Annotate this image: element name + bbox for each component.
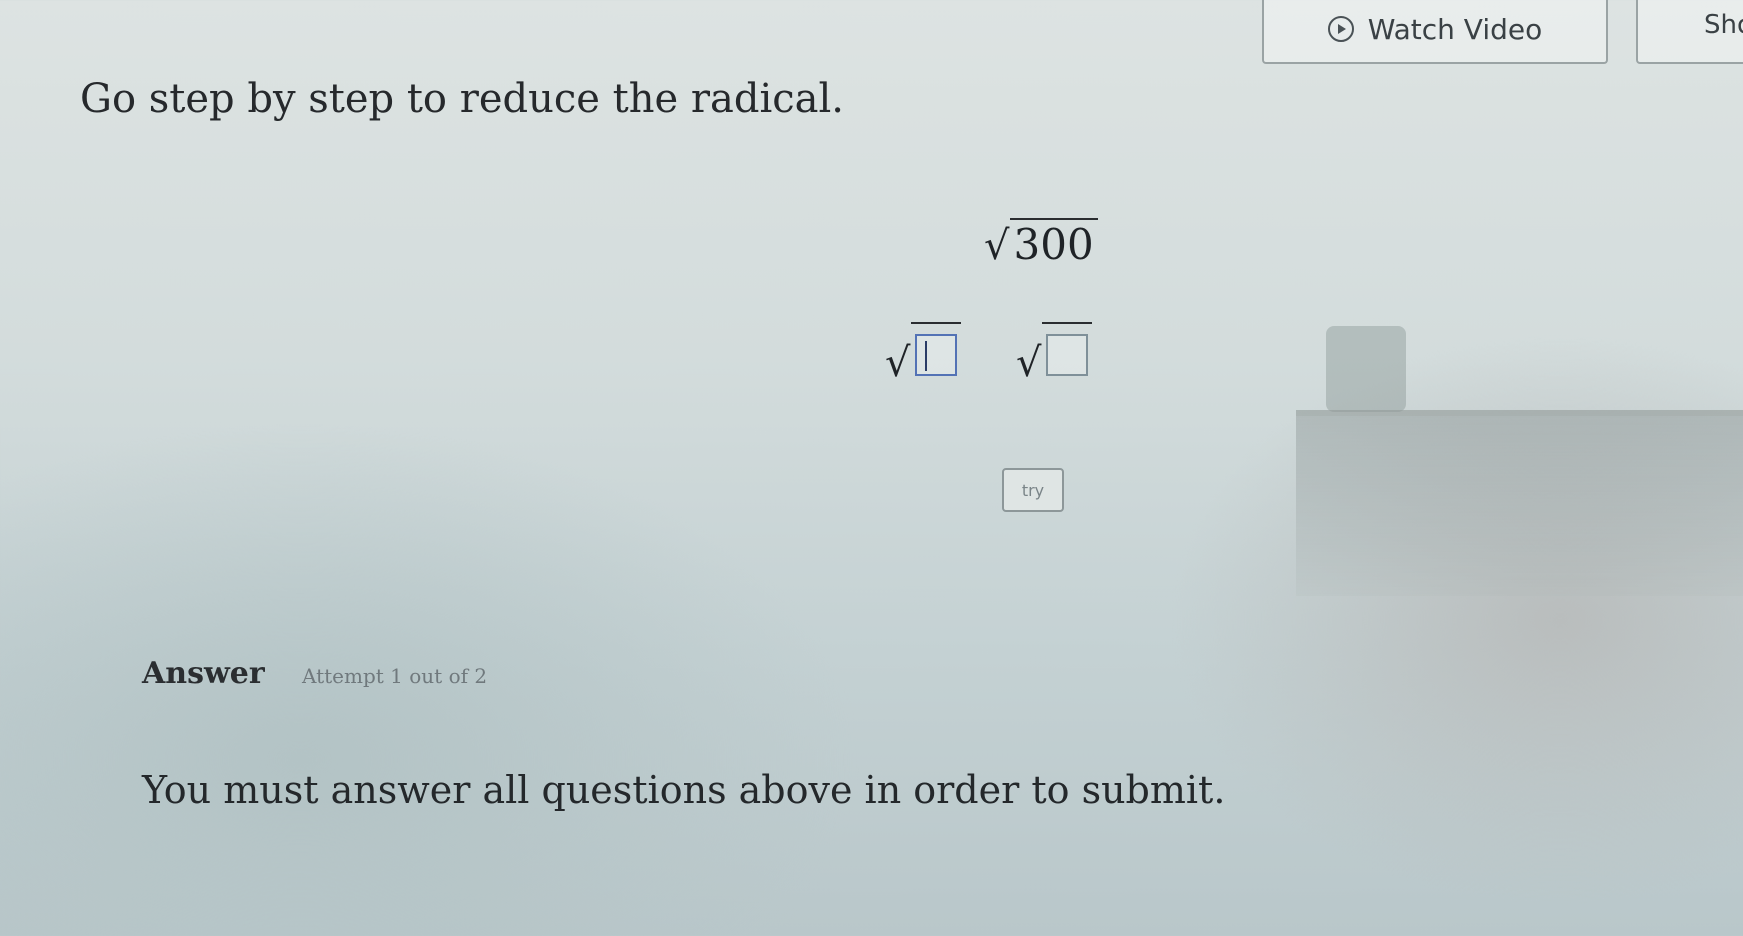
show-button[interactable]: Sho <box>1636 0 1743 64</box>
background-reflection-panel <box>1296 410 1743 596</box>
radical-sign: √ <box>885 340 911 386</box>
background-reflection <box>1326 326 1406 412</box>
radicand-input-b[interactable] <box>1045 334 1088 376</box>
submit-message: You must answer all questions above in o… <box>142 768 1226 812</box>
show-button-label: Sho <box>1704 10 1743 40</box>
watch-video-label: Watch Video <box>1367 12 1543 46</box>
radical-sign: √ <box>1016 340 1042 386</box>
watch-video-button[interactable]: Watch Video <box>1262 0 1608 64</box>
radicand-value: 300 <box>1009 218 1098 266</box>
radical-factor-a: √ <box>885 322 961 383</box>
answer-label: Answer <box>142 656 265 691</box>
radical-expression: √ 300 <box>984 218 1098 266</box>
play-circle-icon <box>1327 16 1354 42</box>
radical-factor-b: √ <box>1016 322 1092 383</box>
attempt-counter: Attempt 1 out of 2 <box>302 664 488 688</box>
radicand-input-a[interactable] <box>914 334 957 376</box>
radical-sign: √ <box>984 223 1010 269</box>
question-prompt: Go step by step to reduce the radical. <box>80 76 845 122</box>
try-button[interactable]: try <box>1002 468 1064 512</box>
